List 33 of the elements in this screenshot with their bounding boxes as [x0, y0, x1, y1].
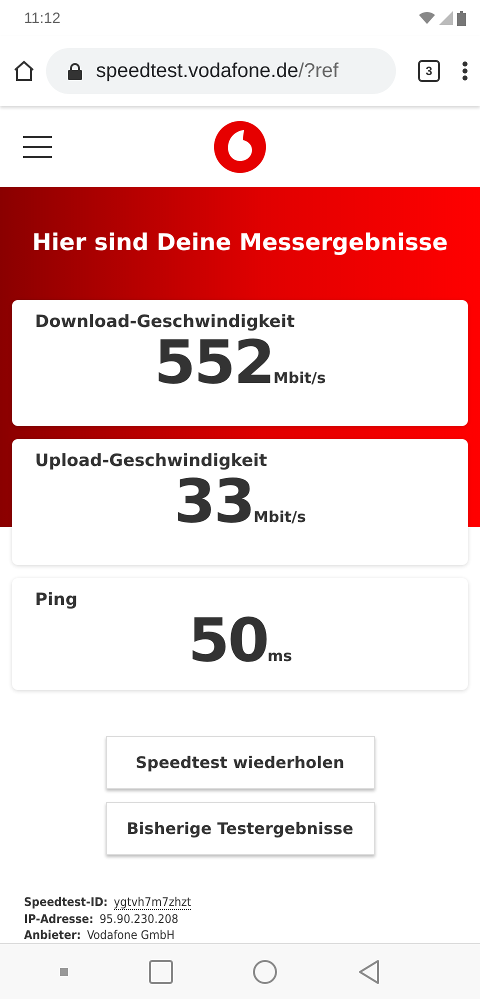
info-label: IP-Adresse: — [24, 912, 94, 926]
address-bar[interactable]: speedtest.vodafone.de/?ref — [46, 48, 396, 94]
home-icon[interactable] — [12, 59, 36, 83]
result-unit: ms — [267, 647, 292, 665]
menu-icon[interactable] — [23, 136, 52, 158]
status-time: 11:12 — [24, 10, 60, 26]
result-label: Upload-Geschwindigkeit — [35, 451, 268, 471]
action-button[interactable]: Bisherige Testergebnisse — [106, 802, 374, 855]
recents-icon[interactable] — [148, 960, 173, 984]
tab-count[interactable]: 3 — [418, 60, 440, 82]
result-unit: Mbit/s — [254, 508, 306, 526]
info-link[interactable]: ygtvh7m7zhzt — [114, 895, 192, 910]
action-button[interactable]: Speedtest wiederholen — [106, 736, 374, 789]
info-value: Vodafone GmbH — [86, 928, 175, 942]
results-title: Hier sind Deine Messergebnisse — [31, 229, 449, 258]
result-label: Ping — [35, 590, 79, 610]
result-unit: Mbit/s — [273, 369, 326, 387]
url-text: speedtest.vodafone.de/?ref — [96, 60, 338, 82]
signal-icon — [439, 11, 453, 25]
back-icon[interactable] — [358, 960, 380, 984]
info-label: Anbieter: — [24, 928, 81, 942]
result-value: 552 — [154, 332, 274, 395]
result-label: Download-Geschwindigkeit — [35, 312, 296, 332]
home-button-icon[interactable] — [253, 960, 278, 984]
lock-icon — [68, 62, 82, 80]
logo-icon — [214, 120, 266, 172]
info-value: 95.90.230.208 — [99, 912, 178, 926]
wifi-icon — [419, 11, 435, 25]
result-value: 33 — [174, 471, 254, 534]
info-label: Speedtest-ID: — [24, 895, 108, 910]
more-options-icon[interactable] — [462, 61, 468, 81]
result-value: 50 — [188, 610, 268, 673]
battery-icon — [457, 10, 466, 26]
